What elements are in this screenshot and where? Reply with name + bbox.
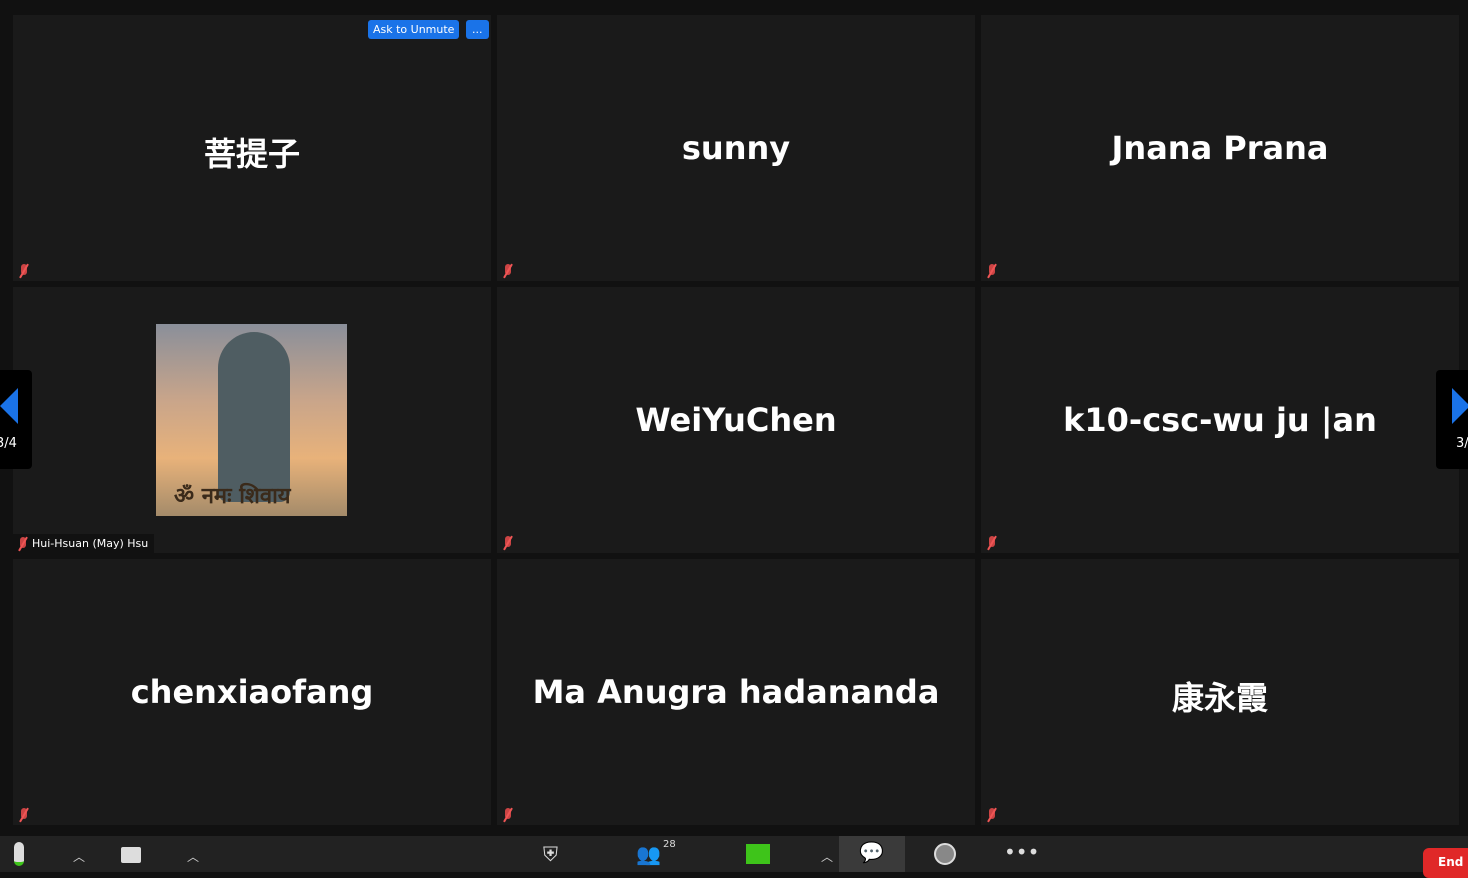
participant-video: ॐ नमः शिवाय — [156, 324, 347, 516]
next-page-button[interactable]: 3/ — [1436, 370, 1468, 469]
microphone-icon[interactable] — [14, 842, 24, 866]
participant-name: Ma Anugra hadananda — [532, 673, 940, 711]
muted-mic-icon — [984, 264, 1000, 278]
more-options-button[interactable]: ... — [466, 20, 489, 39]
record-icon[interactable] — [934, 843, 956, 865]
tile-6: k10-csc-wu ju |an — [981, 287, 1459, 553]
muted-mic-icon — [984, 536, 1000, 550]
tile-2: sunny — [497, 15, 975, 281]
tile-4: ॐ नमः शिवाय Hui-Hsuan (May) Hsu — [13, 287, 491, 553]
participant-name: 菩提子 — [203, 135, 300, 173]
muted-mic-icon — [500, 536, 516, 550]
muted-mic-icon — [984, 808, 1000, 822]
arrow-left-icon — [0, 388, 18, 424]
video-camera-icon[interactable] — [121, 847, 141, 863]
muted-mic-icon — [16, 264, 32, 278]
meeting-toolbar: ︿ ︿ ⛨ 👥 28 ︿ 💬 ••• End — [0, 836, 1468, 878]
muted-mic-icon — [500, 808, 516, 822]
tile-1: 菩提子 Ask to Unmute ... — [13, 15, 491, 281]
chat-button[interactable]: 💬 — [839, 836, 905, 872]
ask-to-unmute-button[interactable]: Ask to Unmute — [368, 20, 460, 39]
video-options-caret[interactable]: ︿ — [187, 848, 199, 865]
participant-name: Jnana Prana — [1111, 129, 1329, 167]
muted-mic-icon — [16, 808, 32, 822]
end-meeting-button[interactable]: End — [1423, 848, 1468, 878]
participant-name: WeiYuChen — [635, 401, 837, 439]
chat-bubble-icon: 💬 — [859, 840, 884, 864]
participant-name: Hui-Hsuan (May) Hsu — [32, 537, 149, 550]
participants-count: 28 — [663, 839, 676, 850]
muted-mic-icon — [500, 264, 516, 278]
tile-3: Jnana Prana — [981, 15, 1459, 281]
tile-7: chenxiaofang — [13, 559, 491, 825]
previous-page-button[interactable]: 3/4 — [0, 370, 32, 469]
page-indicator: 3/4 — [0, 436, 17, 451]
participant-name: k10-csc-wu ju |an — [1063, 401, 1377, 439]
tile-9: 康永霞 — [981, 559, 1459, 825]
more-icon[interactable]: ••• — [1004, 840, 1039, 864]
name-label: Hui-Hsuan (May) Hsu — [13, 534, 155, 553]
security-shield-icon[interactable]: ⛨ — [543, 842, 558, 866]
audio-options-caret[interactable]: ︿ — [73, 848, 85, 865]
muted-mic-icon — [15, 537, 31, 551]
participant-name: 康永霞 — [1171, 679, 1268, 717]
share-screen-icon[interactable] — [746, 844, 770, 864]
tile-5: WeiYuChen — [497, 287, 975, 553]
page-indicator: 3/ — [1456, 436, 1468, 451]
participants-icon[interactable]: 👥 — [636, 842, 661, 866]
tile-8: Ma Anugra hadananda — [497, 559, 975, 825]
participant-name: chenxiaofang — [130, 673, 374, 711]
share-options-caret[interactable]: ︿ — [821, 848, 833, 865]
video-caption: ॐ नमः शिवाय — [174, 484, 291, 509]
participant-name: sunny — [681, 129, 791, 167]
arrow-right-icon — [1452, 388, 1468, 424]
